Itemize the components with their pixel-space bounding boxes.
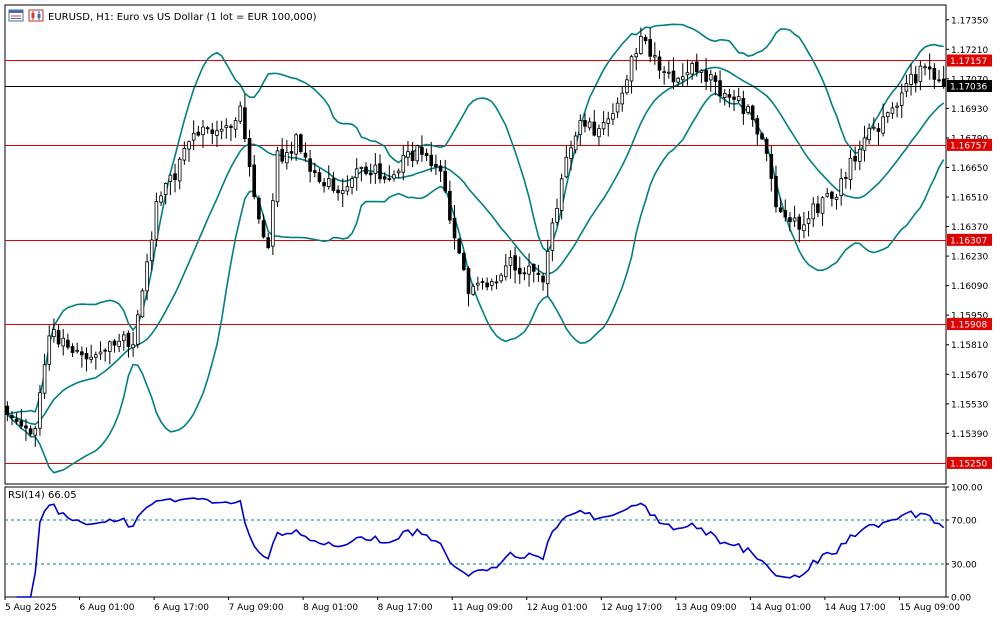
chart-header: EURUSD, H1: Euro vs US Dollar (1 lot = E… bbox=[8, 9, 317, 23]
time-tick-label: 6 Aug 17:00 bbox=[154, 603, 209, 613]
time-axis: 5 Aug 2025 6 Aug 01:00 6 Aug 17:00 7 Aug 09… bbox=[4, 597, 960, 613]
rsi-tick-label: 70.00 bbox=[951, 517, 977, 527]
rsi-tick-label: 0.00 bbox=[951, 594, 971, 604]
candle bbox=[462, 251, 466, 272]
price-tick-label: 1.16930 bbox=[951, 105, 988, 115]
price-tick-label: 1.15390 bbox=[951, 430, 988, 440]
time-tick-label: 12 Aug 17:00 bbox=[601, 603, 662, 613]
time-tick-label: 14 Aug 17:00 bbox=[825, 603, 886, 613]
candle bbox=[275, 146, 280, 207]
price-tick-label: 1.16650 bbox=[951, 164, 988, 174]
svg-text:1.17157: 1.17157 bbox=[950, 57, 987, 67]
rsi-indicator-label: RSI(14) 66.05 bbox=[8, 490, 77, 501]
time-tick-label: 8 Aug 17:00 bbox=[378, 603, 433, 613]
svg-text:1.15908: 1.15908 bbox=[950, 321, 987, 331]
rsi-label: RSI(14) 66.05 bbox=[8, 490, 77, 501]
time-tick-label: 12 Aug 01:00 bbox=[527, 603, 588, 613]
candle bbox=[38, 384, 42, 436]
time-tick-label: 13 Aug 09:00 bbox=[676, 603, 737, 613]
chart-title: EURUSD, H1: Euro vs US Dollar (1 lot = E… bbox=[48, 12, 317, 23]
candle bbox=[457, 237, 461, 255]
time-tick-label: 11 Aug 09:00 bbox=[452, 603, 513, 613]
price-tick-label: 1.16370 bbox=[951, 223, 988, 233]
horizontal-line-price-label: 1.16757 bbox=[947, 138, 992, 151]
horizontal-line-price-label: 1.15250 bbox=[947, 456, 992, 469]
candle bbox=[271, 193, 275, 256]
price-tick-label: 1.16230 bbox=[951, 253, 988, 263]
chart-window-icon bbox=[8, 9, 24, 22]
horizontal-line-price-label: 1.17157 bbox=[947, 54, 992, 67]
candle-chart-icon bbox=[28, 9, 44, 22]
svg-text:1.16307: 1.16307 bbox=[950, 236, 987, 246]
price-tick-label: 1.17350 bbox=[951, 16, 988, 26]
price-tick-label: 1.17210 bbox=[951, 46, 988, 56]
price-tick-label: 1.15670 bbox=[951, 371, 988, 381]
time-tick-label: 14 Aug 01:00 bbox=[750, 603, 811, 613]
time-tick-label: 8 Aug 01:00 bbox=[303, 603, 358, 613]
price-tick-label: 1.15530 bbox=[951, 400, 988, 410]
chart-window[interactable]: 1.173501.172101.170701.169301.167901.166… bbox=[0, 0, 1000, 620]
price-tick-label: 1.16510 bbox=[951, 194, 988, 204]
time-tick-label: 15 Aug 09:00 bbox=[899, 603, 960, 613]
rsi-panel[interactable] bbox=[4, 486, 947, 598]
horizontal-line-price-label: 1.16307 bbox=[947, 233, 992, 246]
rsi-panel-frame bbox=[4, 486, 947, 598]
horizontal-line-price-label: 1.15908 bbox=[947, 318, 992, 331]
candle bbox=[299, 133, 303, 154]
svg-text:1.16757: 1.16757 bbox=[950, 141, 987, 151]
time-tick-label: 6 Aug 01:00 bbox=[80, 603, 135, 613]
chart-canvas[interactable]: 1.173501.172101.170701.169301.167901.166… bbox=[0, 0, 1000, 620]
main-panel-frame bbox=[4, 4, 947, 485]
time-tick-label: 5 Aug 2025 bbox=[5, 603, 57, 613]
svg-text:1.15250: 1.15250 bbox=[950, 459, 987, 469]
main-price-panel[interactable] bbox=[4, 4, 947, 485]
price-tick-label: 1.15810 bbox=[951, 341, 988, 351]
rsi-tick-label: 30.00 bbox=[951, 561, 977, 571]
price-tick-label: 1.16090 bbox=[951, 282, 988, 292]
time-tick-label: 7 Aug 09:00 bbox=[229, 603, 284, 613]
candle bbox=[140, 288, 145, 318]
current-price-label: 1.17036 bbox=[947, 80, 992, 93]
svg-text:1.17036: 1.17036 bbox=[950, 83, 987, 93]
price-axis: 1.173501.172101.170701.169301.167901.166… bbox=[946, 16, 992, 604]
candle bbox=[135, 309, 140, 349]
rsi-tick-label: 100.00 bbox=[951, 484, 983, 494]
